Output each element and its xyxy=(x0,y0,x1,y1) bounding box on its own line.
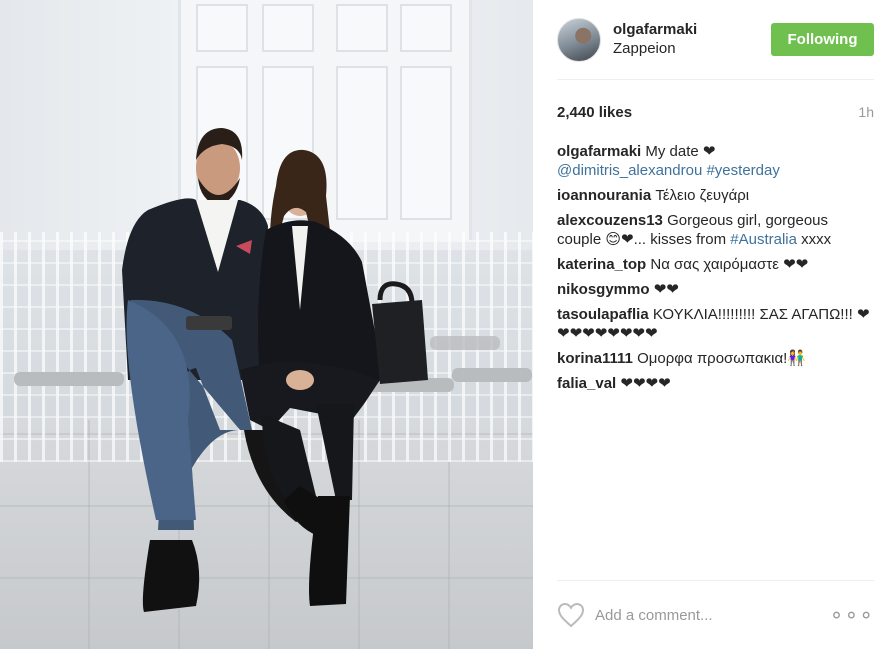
heart-outline-icon[interactable] xyxy=(557,602,585,628)
couple-illustration xyxy=(122,128,428,612)
comment-username[interactable]: falia_val xyxy=(557,375,616,392)
comment-text: xxxx xyxy=(796,231,832,248)
add-comment-input[interactable]: Add a comment... xyxy=(595,607,830,624)
comment-text: ❤❤❤❤ xyxy=(620,375,671,392)
post-side-panel: olgafarmaki Zappeion Following 2,440 lik… xyxy=(533,0,896,649)
mention-link[interactable]: @dimitris_alexandrou xyxy=(557,162,702,179)
hashtag-link[interactable]: #yesterday xyxy=(706,162,779,179)
list-item: falia_val ❤❤❤❤ xyxy=(557,374,874,393)
comments-list: olgafarmaki My date ❤ @dimitris_alexandr… xyxy=(557,142,874,399)
comment-username[interactable]: tasoulapaflia xyxy=(557,306,649,323)
caption: olgafarmaki My date ❤ @dimitris_alexandr… xyxy=(557,142,874,180)
comment-text: Να σας χαιρόμαστε ❤❤ xyxy=(650,256,809,273)
hashtag-link[interactable]: #Australia xyxy=(730,231,797,248)
comment-text: ❤❤ xyxy=(653,281,679,298)
comment-username[interactable]: katerina_top xyxy=(557,256,646,273)
list-item: nikosgymmo ❤❤ xyxy=(557,280,874,299)
likes-count[interactable]: 2,440 likes xyxy=(557,104,632,121)
list-item: ioannourania Τέλειο ζευγάρι xyxy=(557,186,874,205)
list-item: katerina_top Να σας χαιρόμαστε ❤❤ xyxy=(557,255,874,274)
post-meta: 2,440 likes 1h xyxy=(557,102,874,122)
post-photo[interactable] xyxy=(0,0,533,649)
author-username[interactable]: olgafarmaki xyxy=(613,21,771,39)
list-item: tasoulapaflia ΚΟΥΚΛΙΑ!!!!!!!!! ΣΑΣ ΑΓΑΠΩ… xyxy=(557,305,874,343)
post-author-info: olgafarmaki Zappeion xyxy=(613,21,771,59)
list-item: korina1111 Ομορφα προσωπακια!👫 xyxy=(557,349,874,368)
post-timestamp: 1h xyxy=(858,104,874,120)
comment-text: My date ❤ xyxy=(645,143,716,160)
list-item: alexcouzens13 Gorgeous girl, gorgeous co… xyxy=(557,211,874,249)
comment-text: Τέλειο ζευγάρι xyxy=(655,187,750,204)
instagram-post: olgafarmaki Zappeion Following 2,440 lik… xyxy=(0,0,896,649)
following-button[interactable]: Following xyxy=(771,23,874,56)
avatar[interactable] xyxy=(557,17,601,62)
comment-username[interactable]: olgafarmaki xyxy=(557,143,641,160)
more-options-icon[interactable]: ∘∘∘ xyxy=(830,604,874,626)
comment-text: Ομορφα προσωπακια!👫 xyxy=(637,350,806,367)
post-location[interactable]: Zappeion xyxy=(613,39,771,59)
comment-username[interactable]: nikosgymmo xyxy=(557,281,650,298)
post-header: olgafarmaki Zappeion Following xyxy=(557,0,874,80)
post-footer: Add a comment... ∘∘∘ xyxy=(557,580,874,649)
comment-username[interactable]: korina1111 xyxy=(557,350,633,367)
comment-username[interactable]: ioannourania xyxy=(557,187,651,204)
comment-username[interactable]: alexcouzens13 xyxy=(557,212,663,229)
